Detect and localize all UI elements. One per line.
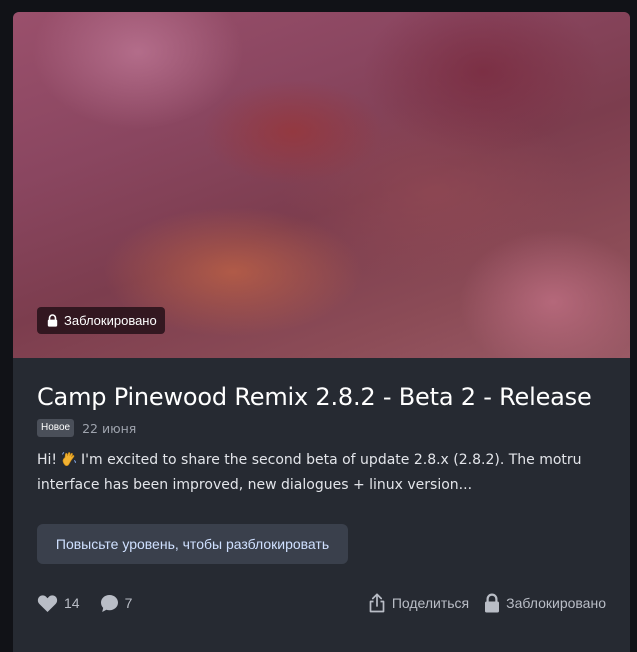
post-footer: 14 7 Поделиться Заблокировано — [37, 592, 606, 614]
share-label: Поделиться — [391, 595, 470, 611]
comment-button[interactable]: 7 — [100, 594, 133, 613]
comment-icon — [100, 594, 119, 613]
locked-status-label: Заблокировано — [506, 595, 606, 611]
locked-badge-label: Заблокировано — [64, 313, 157, 328]
comment-count: 7 — [124, 595, 133, 611]
locked-status: Заблокировано — [484, 593, 606, 613]
new-tag: Новое — [37, 419, 75, 437]
post-cover-image[interactable]: Заблокировано — [13, 12, 630, 358]
unlock-upgrade-button[interactable]: Повысьте уровень, чтобы разблокировать — [37, 524, 348, 564]
like-count: 14 — [64, 595, 80, 611]
waving-hand-icon — [61, 451, 77, 467]
excerpt-greeting: Hi! — [37, 452, 58, 468]
share-button[interactable]: Поделиться — [368, 593, 469, 613]
like-button[interactable]: 14 — [37, 594, 80, 613]
post-date: 22 июня — [82, 420, 137, 436]
share-icon — [368, 593, 386, 613]
post-excerpt: Hi! I'm excited to share the second beta… — [37, 448, 612, 498]
lock-icon — [47, 314, 58, 327]
excerpt-text: I'm excited to share the second beta of … — [37, 452, 582, 493]
post-card[interactable]: Заблокировано Camp Pinewood Remix 2.8.2 … — [13, 12, 630, 652]
lock-icon — [484, 593, 500, 613]
locked-badge: Заблокировано — [37, 307, 165, 334]
post-title[interactable]: Camp Pinewood Remix 2.8.2 - Beta 2 - Rel… — [37, 381, 606, 413]
post-meta: Новое 22 июня — [37, 419, 606, 437]
heart-icon — [37, 594, 58, 613]
